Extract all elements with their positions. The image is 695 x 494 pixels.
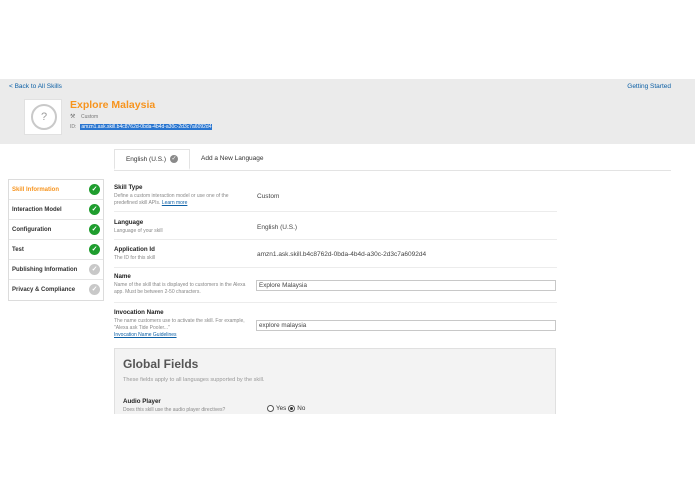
skill-id-value[interactable]: amzn1.ask.skill.b4c8762d-0bda-4b4d-a30c-…	[80, 124, 213, 130]
application-id-value: amzn1.ask.skill.b4c8762d-0bda-4b4d-a30c-…	[257, 251, 427, 258]
skill-type-label: Custom	[81, 114, 99, 120]
skill-type-row: ⚒ Custom	[70, 114, 98, 120]
question-mark-icon: ?	[31, 104, 57, 130]
getting-started-link[interactable]: Getting Started	[627, 83, 671, 90]
name-label: Name	[114, 273, 131, 280]
audio-player-radio-group: Yes No	[267, 405, 305, 412]
row-divider	[114, 302, 557, 303]
tab-divider	[114, 170, 671, 171]
tab-english-us[interactable]: English (U.S.) ✓	[114, 149, 190, 170]
wrench-icon: ⚒	[70, 114, 76, 120]
sidebar-item-label: Skill Information	[12, 187, 60, 193]
back-to-all-skills-link[interactable]: < Back to All Skills	[9, 83, 62, 90]
global-fields-subtitle: These fields apply to all languages supp…	[123, 377, 265, 383]
check-circle-icon: ✓	[89, 284, 100, 295]
invocation-name-help-text: The name customers use to activate the s…	[114, 318, 245, 331]
skill-type-value: Custom	[257, 193, 280, 200]
check-circle-icon: ✓	[89, 264, 100, 275]
invocation-name-guidelines-link[interactable]: Invocation Name Guidelines	[114, 332, 177, 338]
tab-label: English (U.S.)	[125, 155, 167, 163]
audio-player-no-radio[interactable]	[288, 405, 296, 412]
check-circle-icon: ✓	[89, 204, 100, 215]
sidebar-item-label: Publishing Information	[12, 267, 78, 273]
row-divider	[114, 267, 557, 268]
page-bottom-blank	[0, 414, 695, 494]
name-input[interactable]	[256, 280, 556, 291]
invocation-name-label: Invocation Name	[114, 309, 164, 316]
skill-sidebar: Skill Information ✓ Interaction Model ✓ …	[8, 179, 104, 301]
sidebar-item-test[interactable]: Test ✓	[9, 240, 103, 260]
invocation-name-help: The name customers use to activate the s…	[114, 318, 252, 339]
sidebar-item-publishing-information[interactable]: Publishing Information ✓	[9, 260, 103, 280]
check-circle-icon: ✓	[170, 155, 179, 163]
skill-id-row: ID: amzn1.ask.skill.b4c8762d-0bda-4b4d-a…	[70, 124, 213, 130]
sidebar-item-skill-information[interactable]: Skill Information ✓	[9, 180, 103, 200]
sidebar-item-label: Configuration	[12, 227, 52, 233]
application-id-label: Application Id	[114, 246, 155, 253]
invocation-name-input[interactable]	[256, 320, 556, 331]
audio-player-label: Audio Player	[123, 398, 161, 405]
skill-icon-placeholder: ?	[24, 99, 62, 135]
skill-type-help: Define a custom interaction model or use…	[114, 193, 252, 207]
application-id-help: The ID for this skill	[114, 255, 156, 261]
developer-console-page: < Back to All Skills Getting Started ? E…	[0, 0, 695, 494]
audio-player-yes-radio[interactable]	[267, 405, 274, 412]
check-circle-icon: ✓	[89, 224, 100, 235]
audio-player-yes-label: Yes	[276, 405, 287, 412]
sidebar-item-label: Privacy & Compliance	[12, 287, 76, 293]
check-circle-icon: ✓	[89, 184, 100, 195]
skill-header	[0, 79, 695, 144]
global-fields-title: Global Fields	[123, 357, 199, 371]
audio-player-help: Does this skill use the audio player dir…	[123, 407, 226, 413]
language-value: English (U.S.)	[257, 224, 298, 231]
row-divider	[114, 239, 557, 240]
learn-more-link[interactable]: Learn more	[162, 200, 188, 206]
check-circle-icon: ✓	[89, 244, 100, 255]
sidebar-item-label: Test	[12, 247, 24, 253]
tab-add-language[interactable]: Add a New Language	[201, 155, 264, 162]
sidebar-item-privacy-compliance[interactable]: Privacy & Compliance ✓	[9, 280, 103, 300]
sidebar-item-label: Interaction Model	[12, 207, 62, 213]
audio-player-no-label: No	[297, 405, 306, 412]
language-help: Language of your skill	[114, 228, 163, 234]
skill-title: Explore Malaysia	[70, 99, 156, 111]
skill-type-label: Skill Type	[114, 184, 143, 191]
row-divider	[114, 211, 557, 212]
skill-id-prefix: ID:	[70, 124, 77, 130]
sidebar-item-configuration[interactable]: Configuration ✓	[9, 220, 103, 240]
language-label: Language	[114, 219, 144, 226]
name-help: Name of the skill that is displayed to c…	[114, 282, 246, 295]
sidebar-item-interaction-model[interactable]: Interaction Model ✓	[9, 200, 103, 220]
